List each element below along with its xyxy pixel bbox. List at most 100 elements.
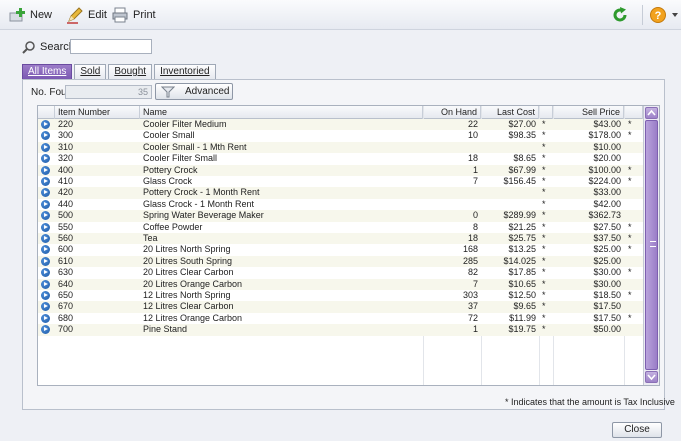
cell-cost-tax-flag: *: [542, 176, 546, 186]
cell-sell-tax-flag: *: [628, 119, 632, 129]
header-on-hand[interactable]: On Hand: [423, 106, 481, 119]
cell-item-number: 680: [58, 312, 74, 323]
table-row[interactable]: 650 12 Litres North Spring 303 $12.50 * $18.5…: [38, 290, 643, 302]
cell-sell-price: $20.00: [593, 153, 621, 164]
header-name[interactable]: Name: [140, 106, 423, 119]
cell-name: 20 Litres Clear Carbon: [143, 267, 234, 278]
drilldown-arrow-icon[interactable]: [41, 120, 50, 129]
edit-label: Edit: [88, 9, 107, 21]
cell-last-cost: $27.00: [508, 119, 536, 129]
found-count: 35: [65, 85, 152, 99]
cell-name: Cooler Small: [143, 130, 195, 141]
header-item-number[interactable]: Item Number: [55, 106, 140, 119]
cell-last-cost: [481, 142, 536, 153]
cell-cost-tax-flag: *: [542, 198, 546, 209]
drilldown-arrow-icon[interactable]: [41, 302, 50, 312]
help-button[interactable]: ?: [649, 6, 679, 24]
drilldown-arrow-icon[interactable]: [41, 268, 50, 278]
table-row[interactable]: 700 Pine Stand 1 $19.75 * $50.00: [38, 324, 643, 336]
advanced-button[interactable]: Advanced: [155, 83, 233, 100]
table-row[interactable]: 410 Glass Crock 7 $156.45 * $224.00 *: [38, 176, 643, 188]
drilldown-arrow-icon[interactable]: [41, 199, 50, 209]
items-grid[interactable]: Item Number Name On Hand Last Cost Sell …: [37, 105, 660, 386]
cell-item-number: 440: [58, 198, 74, 209]
table-row[interactable]: 320 Cooler Filter Small 18 $8.65 * $20.00: [38, 153, 643, 165]
cell-cost-tax-flag: *: [542, 210, 546, 221]
drilldown-arrow-icon[interactable]: [41, 234, 50, 243]
table-row[interactable]: 500 Spring Water Beverage Maker 0 $289.99 * $…: [38, 210, 643, 222]
advanced-label: Advanced: [185, 86, 230, 97]
vertical-scrollbar[interactable]: [643, 106, 659, 385]
new-button[interactable]: New: [8, 6, 52, 24]
toolbar: New Edit Print ?: [0, 0, 681, 30]
cell-name: Tea: [143, 233, 158, 243]
table-row[interactable]: 550 Coffee Powder 8 $21.25 * $27.50 *: [38, 221, 643, 233]
cell-on-hand: 18: [467, 233, 478, 243]
refresh-button[interactable]: [611, 6, 633, 24]
table-row[interactable]: 440 Glass Crock - 1 Month Rent * $42.00: [38, 198, 643, 211]
drilldown-arrow-icon[interactable]: [41, 154, 50, 164]
close-button[interactable]: Close: [612, 422, 662, 438]
table-row[interactable]: 220 Cooler Filter Medium 22 $27.00 * $43.00 *: [38, 119, 643, 131]
table-row[interactable]: 680 12 Litres Orange Carbon 72 $11.99 * $17.5…: [38, 312, 643, 325]
tab-bought[interactable]: Bought: [108, 64, 153, 79]
drilldown-arrow-icon[interactable]: [41, 211, 50, 221]
filter-icon: [161, 86, 175, 97]
drilldown-arrow-icon[interactable]: [41, 188, 50, 198]
table-row[interactable]: 640 20 Litres Orange Carbon 7 $10.65 * $30.00: [38, 278, 643, 290]
drilldown-arrow-icon[interactable]: [41, 131, 50, 141]
tab-sold[interactable]: Sold: [74, 64, 107, 79]
cell-cost-tax-flag: *: [542, 255, 546, 266]
cell-name: Cooler Filter Medium: [143, 119, 227, 129]
cell-on-hand: 7: [472, 176, 478, 186]
cell-cost-tax-flag: *: [542, 324, 546, 335]
table-row[interactable]: 310 Cooler Small - 1 Mth Rent * $10.00: [38, 141, 643, 154]
drilldown-arrow-icon[interactable]: [41, 256, 50, 266]
new-label: New: [30, 9, 53, 21]
cell-item-number: 560: [58, 233, 74, 243]
scroll-thumb[interactable]: [645, 120, 658, 370]
table-row[interactable]: 300 Cooler Small 10 $98.35 * $178.00 *: [38, 130, 643, 142]
cell-cost-tax-flag: *: [542, 290, 546, 300]
cell-last-cost: $11.99: [509, 312, 536, 323]
table-row[interactable]: 420 Pottery Crock - 1 Month Rent * $33.00: [38, 187, 643, 199]
print-button[interactable]: Print: [111, 6, 156, 24]
cell-item-number: 300: [58, 130, 74, 141]
table-row[interactable]: 560 Tea 18 $25.75 * $37.50 *: [38, 233, 643, 245]
header-sell-price[interactable]: Sell Price: [553, 106, 624, 119]
search-input[interactable]: [70, 39, 152, 54]
drilldown-arrow-icon[interactable]: [41, 245, 50, 255]
drilldown-arrow-icon[interactable]: [41, 142, 50, 152]
drilldown-arrow-icon[interactable]: [41, 291, 50, 300]
cell-sell-tax-flag: *: [628, 233, 632, 243]
cell-cost-tax-flag: *: [542, 267, 546, 278]
cell-on-hand: 82: [467, 267, 478, 278]
table-row[interactable]: 670 12 Litres Clear Carbon 37 $9.65 * $17.50: [38, 301, 643, 313]
drilldown-arrow-icon[interactable]: [41, 279, 50, 289]
drilldown-arrow-icon[interactable]: [41, 222, 50, 232]
edit-button[interactable]: Edit: [66, 6, 107, 24]
cell-sell-price: $42.00: [593, 198, 621, 209]
tab-all-items[interactable]: All Items: [22, 64, 73, 79]
cell-cost-tax-flag: *: [542, 233, 546, 243]
scroll-down-button[interactable]: [645, 371, 658, 383]
cell-sell-price: $10.00: [593, 141, 621, 152]
drilldown-arrow-icon[interactable]: [41, 313, 50, 323]
cell-on-hand: 1: [472, 164, 478, 175]
table-row[interactable]: 630 20 Litres Clear Carbon 82 $17.85 * $30.00…: [38, 267, 643, 279]
drilldown-arrow-icon[interactable]: [41, 325, 50, 335]
chevron-down-icon: [672, 13, 678, 17]
cell-sell-tax-flag: *: [628, 221, 632, 232]
table-row[interactable]: 400 Pottery Crock 1 $67.99 * $100.00 *: [38, 164, 643, 176]
tab-inventoried[interactable]: Inventoried: [154, 64, 216, 79]
header-last-cost[interactable]: Last Cost: [481, 106, 539, 119]
table-row[interactable]: 600 20 Litres North Spring 168 $13.25 * $25.0…: [38, 244, 643, 256]
cell-sell-tax-flag: [628, 279, 640, 290]
table-row[interactable]: 610 20 Litres South Spring 285 $14.025 * $25.…: [38, 255, 643, 268]
drilldown-arrow-icon[interactable]: [41, 177, 50, 186]
cell-sell-tax-flag: *: [628, 130, 632, 141]
cell-name: Pottery Crock - 1 Month Rent: [143, 187, 260, 198]
cell-cost-tax-flag: *: [542, 221, 546, 232]
drilldown-arrow-icon[interactable]: [41, 165, 50, 175]
scroll-up-button[interactable]: [645, 107, 658, 119]
